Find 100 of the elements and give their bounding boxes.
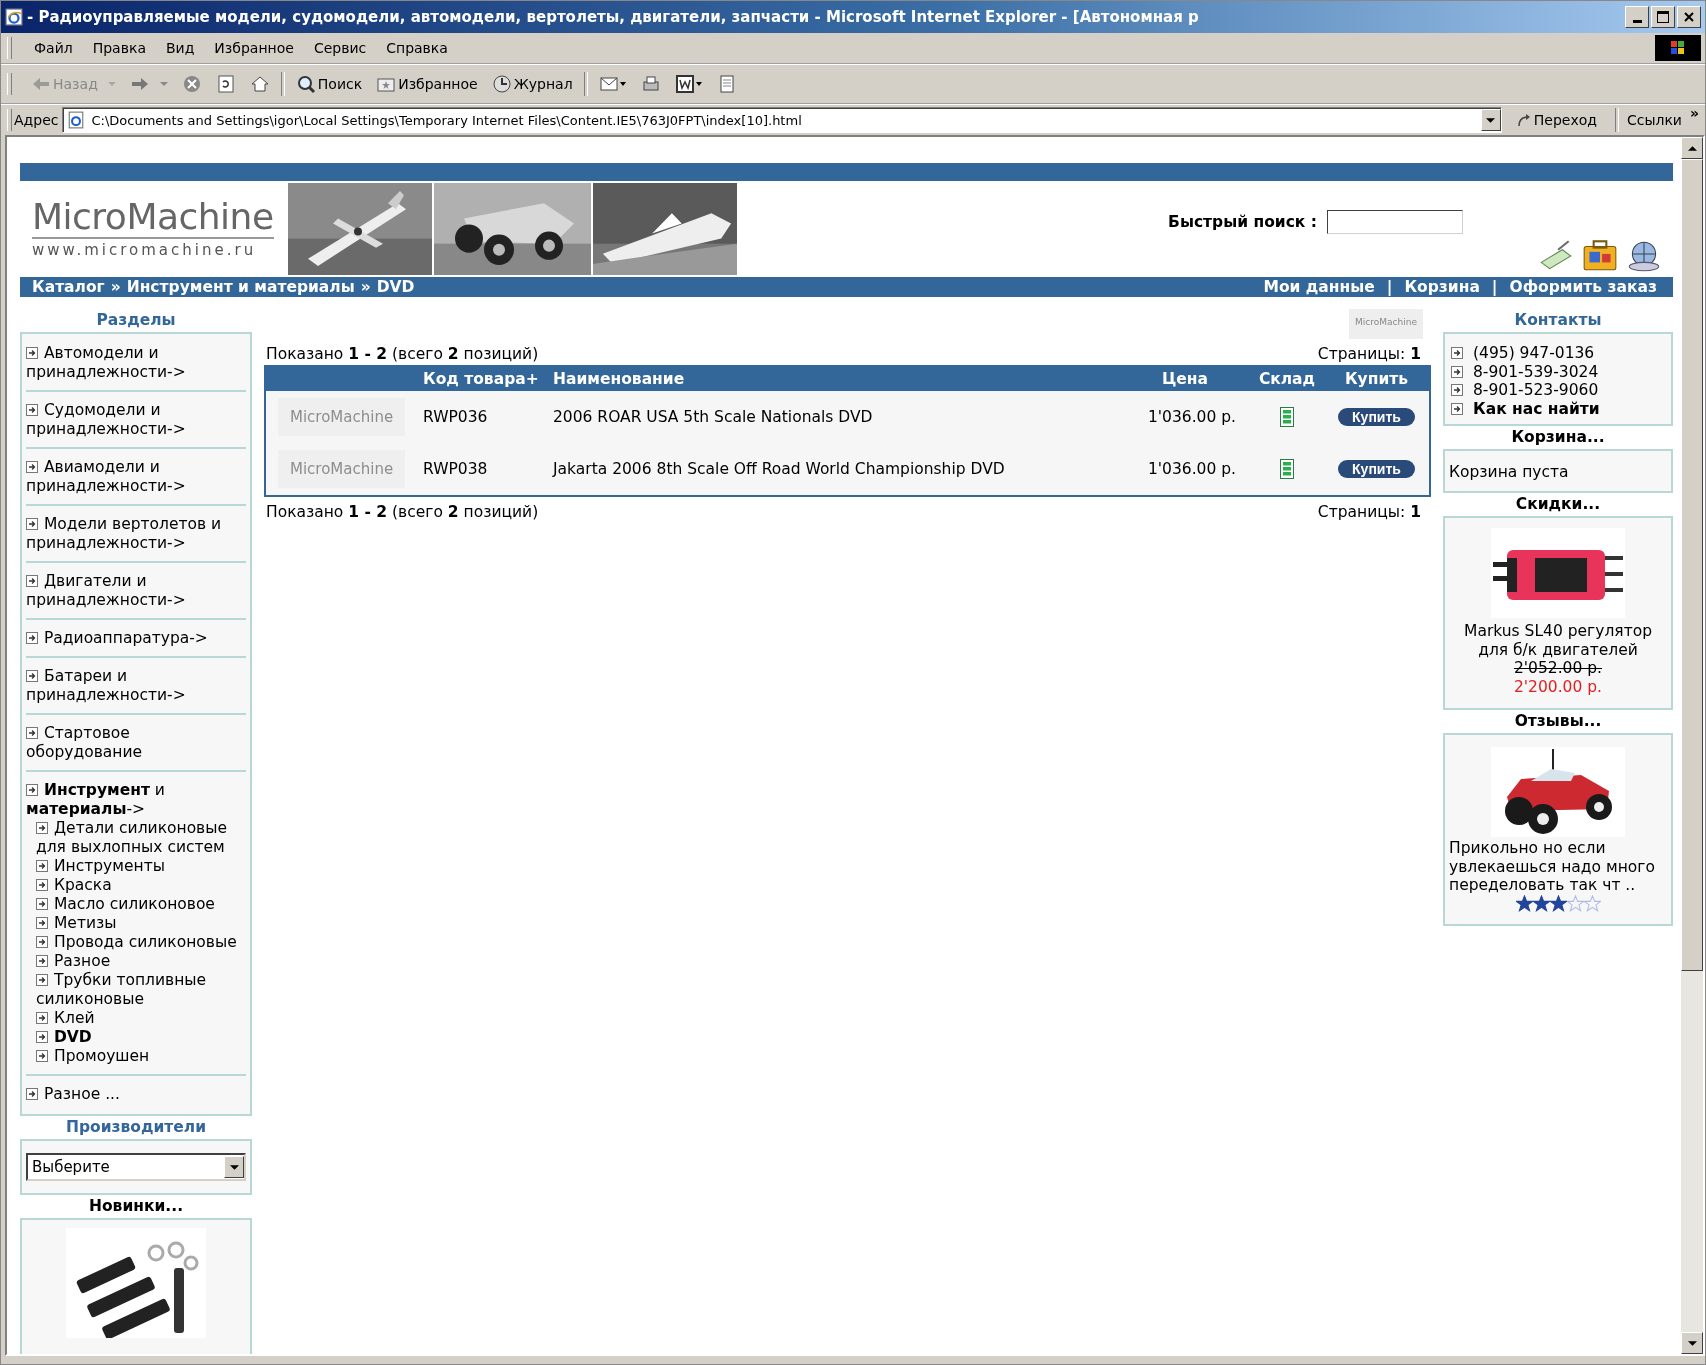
address-label: Адрес (14, 112, 59, 128)
stock-level-icon (1280, 407, 1294, 427)
star-icon (1515, 894, 1533, 912)
mail-icon (598, 74, 627, 94)
subcategory-link[interactable]: Детали силиконовые для выхлопных систем (26, 819, 246, 857)
history-button[interactable]: Журнал (484, 72, 580, 96)
arrow-icon (26, 727, 38, 739)
caret-icon (1486, 115, 1496, 125)
subcategory-link[interactable]: Разное (26, 952, 246, 971)
phone-number: 8-901-539-3024 (1473, 362, 1599, 381)
arrow-icon (36, 860, 48, 872)
subcategory-link[interactable]: Масло силиконовое (26, 895, 246, 914)
buy-button[interactable]: Купить (1338, 408, 1415, 426)
more-chevron[interactable]: » (1685, 105, 1705, 121)
menu-item[interactable]: Справка (376, 37, 458, 59)
breadcrumb-separator: » (359, 278, 372, 296)
site-banner: MicroMachine (1349, 309, 1423, 339)
subcategory-link[interactable]: Метизы (26, 914, 246, 933)
curved-arrow-icon (1515, 112, 1532, 128)
product-name[interactable]: Markus SL40 регулятор для б/к двигателей (1449, 622, 1667, 659)
category-link[interactable]: Авиамодели и принадлежности-> (26, 458, 246, 496)
caret-icon (159, 80, 168, 88)
category-link[interactable]: Батареи и принадлежности-> (26, 667, 246, 705)
stock-level-icon (1280, 459, 1294, 479)
links-button[interactable]: Ссылки (1622, 112, 1686, 128)
menu-item[interactable]: Файл (24, 37, 83, 59)
subcategory-link[interactable]: Промоушен (26, 1047, 246, 1066)
category-link[interactable]: Судомодели и принадлежности-> (26, 401, 246, 439)
breadcrumb-link[interactable]: Инструмент и материалы (126, 278, 355, 296)
arrow-icon (26, 518, 38, 530)
arrow-icon (36, 1031, 48, 1043)
sections-heading: Разделы (95, 310, 177, 331)
page-count: Страницы: 1 (1317, 344, 1421, 365)
suitcase-icon[interactable] (1581, 237, 1619, 273)
subcategory-link[interactable]: Краска (26, 876, 246, 895)
arrow-icon (26, 1088, 38, 1100)
category-link[interactable]: Разное ... (26, 1085, 246, 1104)
maximize-button[interactable] (1651, 6, 1675, 28)
column-header: Наименование (553, 366, 1120, 391)
refresh-icon (215, 74, 236, 94)
subcategory-link[interactable]: DVD (26, 1028, 246, 1047)
go-button[interactable]: Переход (1501, 112, 1611, 128)
category-link[interactable]: Автомодели и принадлежности-> (26, 344, 246, 382)
dropdown-button[interactable] (1480, 109, 1501, 131)
results-summary: Показано 1 - 2 (всего 2 позиций) (266, 502, 539, 523)
arrow-icon (1451, 384, 1463, 397)
nav-link[interactable]: Оформить заказ (1509, 278, 1657, 296)
category-link[interactable]: Инструмент и материалы-> (26, 781, 246, 819)
menu-item[interactable]: Сервис (303, 37, 377, 59)
menu-item[interactable]: Вид (155, 37, 205, 59)
reviews-heading: Отзывы... (1513, 711, 1603, 732)
nav-link[interactable]: Корзина (1404, 278, 1480, 296)
close-button[interactable] (1677, 6, 1701, 28)
breadcrumb-link[interactable]: DVD (376, 278, 415, 296)
search-icon (295, 74, 316, 94)
stop-icon (181, 74, 202, 94)
manufacturers-heading: Производители (64, 1117, 208, 1138)
menu-item[interactable]: Избранное (204, 37, 304, 59)
category-link[interactable]: Стартовое оборудование (26, 724, 246, 762)
subcategory-link[interactable]: Трубки топливные силиконовые (26, 971, 246, 1009)
arrow-icon (26, 404, 38, 416)
scroll-down-icon[interactable] (1687, 1338, 1697, 1348)
browser-icon (5, 8, 23, 26)
category-link[interactable]: Двигатели и принадлежности-> (26, 572, 246, 610)
buy-button[interactable]: Купить (1338, 460, 1415, 478)
scroll-up-icon[interactable] (1687, 143, 1697, 153)
star-icon (1549, 894, 1567, 912)
quick-search-field[interactable] (1327, 210, 1463, 234)
search-button[interactable]: Поиск (288, 72, 370, 96)
page-icon (67, 111, 86, 129)
favorites-button[interactable]: Избранное (369, 72, 485, 96)
address-field[interactable]: C:\Documents and Settings\igor\Local Settings\Temporary Internet Files\Content.IE5\763J0FPT\index[10].html (62, 107, 1502, 133)
subcategory-link[interactable]: Инструменты (26, 857, 246, 876)
minimize-button[interactable] (1625, 6, 1649, 28)
arrow-icon (1451, 365, 1463, 378)
product-price: 1'036.00 р. (1120, 391, 1250, 443)
nav-link[interactable]: Мои данные (1263, 278, 1375, 296)
clock-icon (491, 74, 512, 94)
product-name[interactable]: Jakarta 2006 8th Scale Off Road World Championship DVD (553, 443, 1120, 496)
arrow-icon (36, 917, 48, 929)
subcategory-link[interactable]: Клей (26, 1009, 246, 1028)
quick-search-label: Быстрый поиск : (1168, 213, 1317, 231)
menu-item[interactable]: Правка (82, 37, 156, 59)
cart-heading: Корзина... (1510, 427, 1606, 448)
contacts-heading: Контакты (1513, 310, 1603, 331)
scrollbar[interactable] (1681, 137, 1703, 1354)
arrow-icon (26, 575, 38, 587)
site-logo[interactable]: MicroMachine (32, 199, 274, 239)
phone-number: 8-901-523-9060 (1473, 381, 1599, 400)
category-link[interactable]: Радиоаппаратура-> (26, 629, 246, 648)
arrow-icon (26, 670, 38, 682)
product-code: RWP038 (423, 443, 553, 496)
manufacturer-select[interactable]: Выберите (26, 1153, 246, 1181)
directions-link[interactable]: Как нас найти (1473, 399, 1600, 418)
arrow-icon (1451, 347, 1463, 360)
product-name[interactable]: 2006 ROAR USA 5th Scale Nationals DVD (553, 391, 1120, 443)
cart-status: Корзина пуста (1449, 463, 1569, 481)
subcategory-link[interactable]: Провода силиконовые (26, 933, 246, 952)
category-link[interactable]: Модели вертолетов и принадлежности-> (26, 515, 246, 553)
breadcrumb-link[interactable]: Каталог (32, 278, 105, 296)
